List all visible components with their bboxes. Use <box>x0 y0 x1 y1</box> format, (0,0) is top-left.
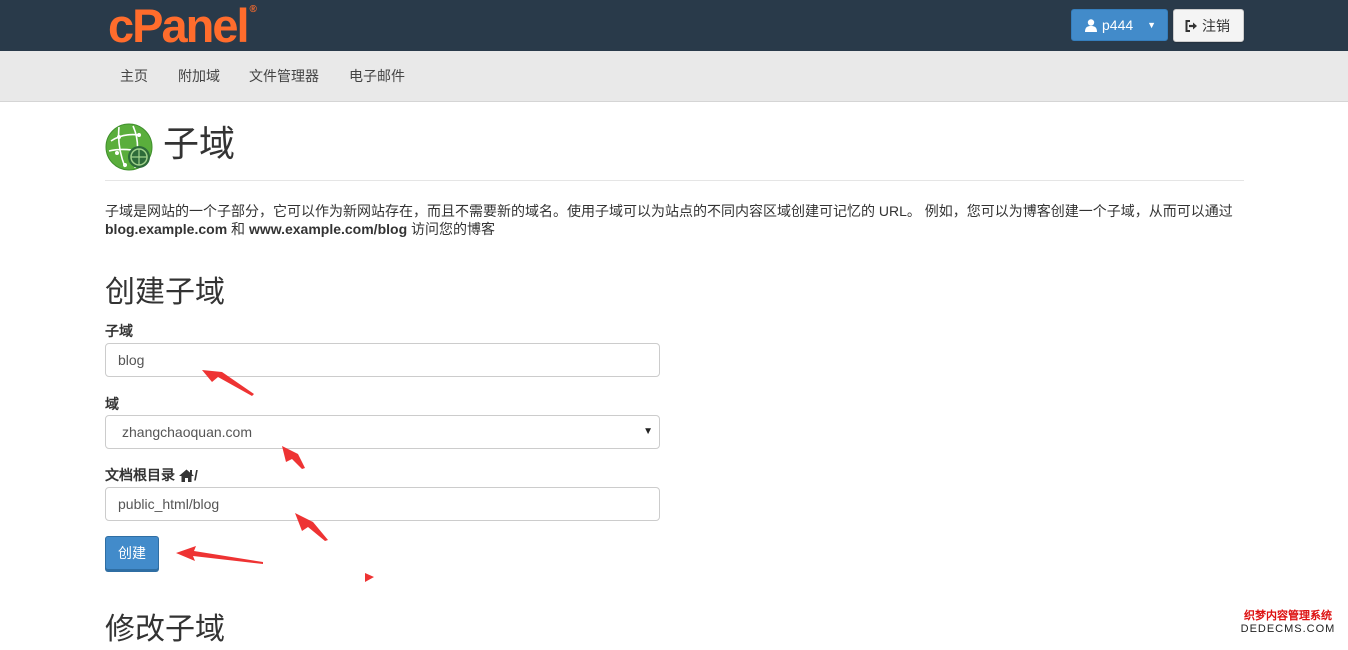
modify-section-title: 修改子域 <box>105 613 225 646</box>
docroot-input[interactable]: public_html/blog <box>105 487 660 521</box>
docroot-label-suffix: / <box>194 467 198 483</box>
logout-icon <box>1185 19 1197 32</box>
subdomain-input[interactable]: blog <box>105 343 660 377</box>
description-example-2: www.example.com/blog <box>248 221 408 237</box>
docroot-label-text: 文档根目录 <box>105 467 175 483</box>
home-icon <box>179 469 194 482</box>
top-bar: cPanel ® p444 ▼ 注销 <box>0 0 1348 51</box>
arrow-domain <box>282 446 305 469</box>
nav-item-addon-domains[interactable]: 附加域 <box>178 51 220 102</box>
arrow-marker <box>365 573 374 582</box>
description-example-1: blog.example.com <box>105 221 228 237</box>
domain-selected-value: zhangchaoquan.com <box>122 424 252 440</box>
chevron-down-icon: ▼ <box>1147 20 1157 30</box>
header-divider <box>105 180 1244 181</box>
dedecms-watermark: 织梦内容管理系统 DEDECMS.COM <box>1236 610 1340 642</box>
domain-select[interactable]: zhangchaoquan.com ▼ <box>105 415 660 449</box>
domain-label: 域 <box>105 396 119 412</box>
nav-item-home[interactable]: 主页 <box>120 51 148 102</box>
nav-item-email[interactable]: 电子邮件 <box>349 51 405 102</box>
logout-label: 注销 <box>1202 17 1230 34</box>
arrow-create <box>176 546 263 564</box>
dropdown-arrow-icon: ▼ <box>643 426 653 437</box>
nav-bar: 主页 附加域 文件管理器 电子邮件 <box>0 51 1348 102</box>
cpanel-logo[interactable]: cPanel ® <box>108 0 257 51</box>
nav-item-file-manager[interactable]: 文件管理器 <box>249 51 319 102</box>
username-label: p444 <box>1102 17 1134 33</box>
docroot-label: 文档根目录 / <box>105 465 198 485</box>
create-section-title: 创建子域 <box>105 276 225 309</box>
user-icon <box>1085 18 1097 32</box>
logout-button[interactable]: 注销 <box>1173 9 1244 42</box>
page-title: 子域 <box>163 123 236 164</box>
description-and: 和 <box>227 221 249 237</box>
page-description: 子域是网站的一个子部分，它可以作为新网站存在，而且不需要新的域名。使用子域可以为… <box>105 202 1250 238</box>
description-tail: 访问您的博客 <box>407 221 496 237</box>
create-button[interactable]: 创建 <box>105 536 159 570</box>
watermark-line-1: 织梦内容管理系统 <box>1244 610 1332 622</box>
logo-registered-mark: ® <box>249 4 257 15</box>
logo-text: cPanel <box>108 0 250 52</box>
subdomain-globe-icon <box>105 123 153 171</box>
description-text: 子域是网站的一个子部分，它可以作为新网站存在，而且不需要新的域名。使用子域可以为… <box>105 203 1233 219</box>
subdomain-label: 子域 <box>105 323 133 339</box>
watermark-line-2: DEDECMS.COM <box>1240 623 1336 635</box>
user-menu-button[interactable]: p444 ▼ <box>1071 9 1168 41</box>
